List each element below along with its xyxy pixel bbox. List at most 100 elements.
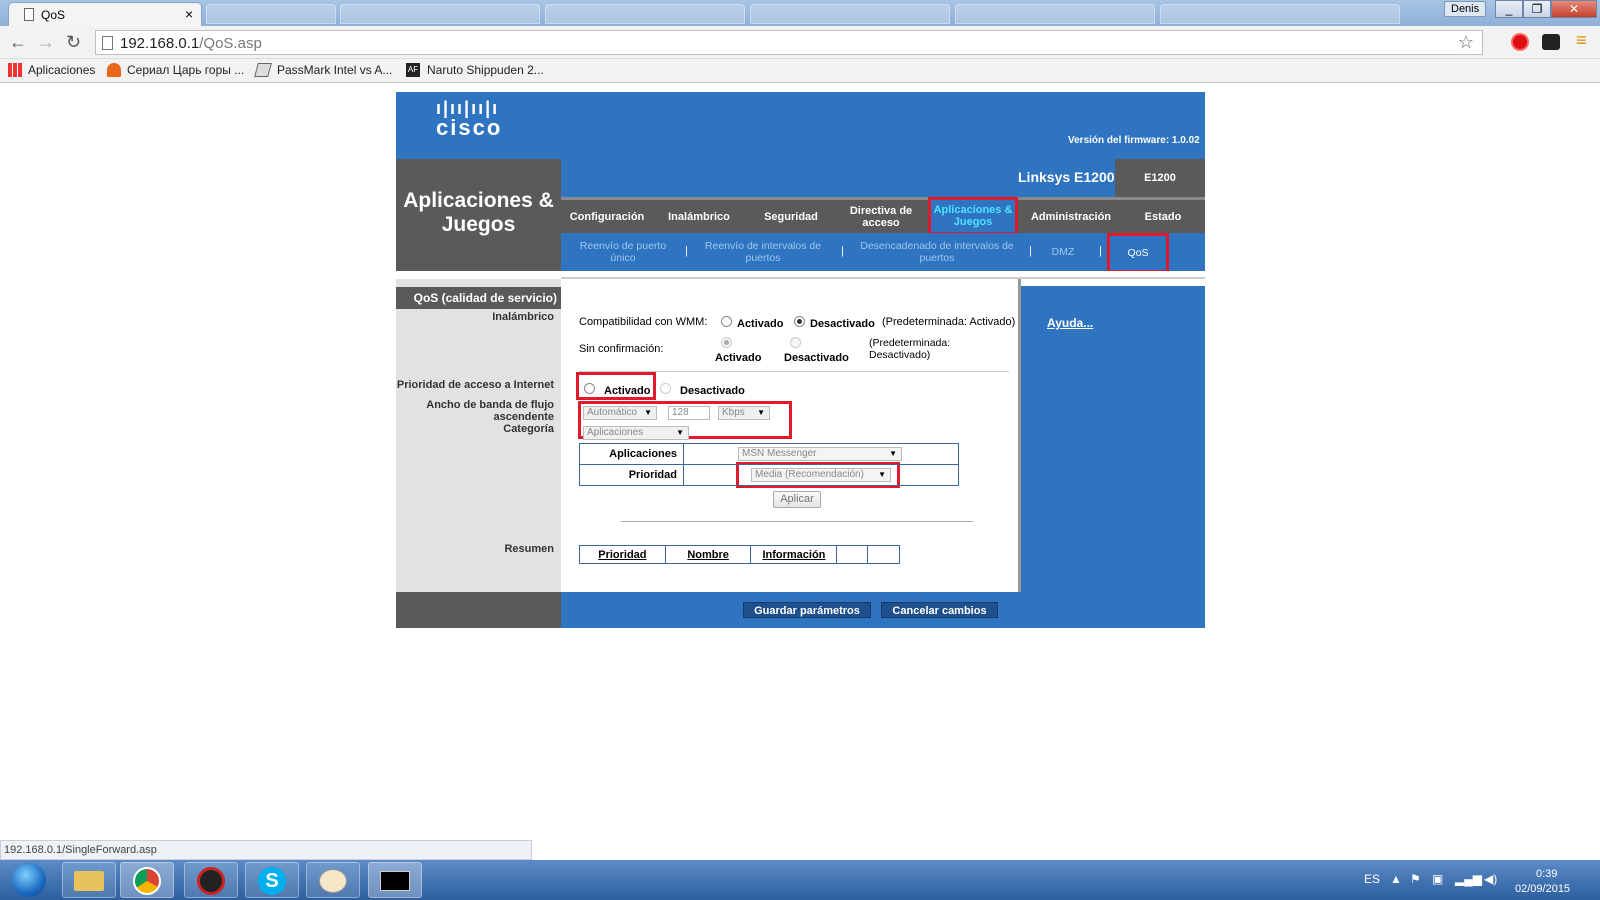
window-close-icon[interactable]: ✕: [1551, 0, 1597, 18]
cmd-taskbar-icon[interactable]: [368, 862, 422, 898]
app-taskbar-icon[interactable]: [184, 862, 238, 898]
extension-icon[interactable]: [1542, 34, 1560, 50]
no-ack-label: Sin confirmación:: [579, 343, 664, 355]
background-tab[interactable]: [1160, 4, 1400, 24]
background-tab[interactable]: [750, 4, 950, 24]
label-resumen: Resumen: [504, 543, 554, 555]
forward-arrow-icon[interactable]: →: [37, 32, 55, 53]
priority-on-radio[interactable]: [584, 383, 595, 394]
star-bookmark-icon[interactable]: ☆: [1458, 32, 1474, 53]
sub-nav: Reenvío de puerto único | Reenvío de int…: [561, 233, 1205, 273]
no-ack-on-radio[interactable]: [721, 337, 732, 348]
bookmarks-bar: Aplicaciones Сериал Царь горы ... PassMa…: [0, 59, 1600, 83]
subnav-desencadenado-intervalos[interactable]: Desencadenado de intervalos de puertos: [855, 233, 1019, 271]
browser-tab-bar: QoS × Denis _ ❐ ✕: [0, 0, 1600, 26]
priority-off-label: Desactivado: [680, 385, 745, 397]
profile-user-button[interactable]: Denis: [1444, 1, 1487, 17]
nav-aplicaciones-juegos[interactable]: Aplicaciones & Juegos: [928, 197, 1018, 235]
summary-header-informacion[interactable]: Información: [750, 545, 838, 564]
upstream-value-input[interactable]: 128: [668, 406, 710, 420]
nav-administracion[interactable]: Administración: [1021, 200, 1121, 233]
qos-heading: QoS (calidad de servicio): [396, 287, 561, 309]
dropdown-arrow-icon: ▼: [757, 408, 765, 417]
no-ack-on-label: Activado: [715, 352, 762, 364]
wmm-off-radio[interactable]: [794, 316, 805, 327]
category-select[interactable]: Aplicaciones ▼: [583, 426, 689, 440]
priority-select[interactable]: Media (Recomendación) ▼: [751, 468, 891, 482]
model-bar: Linksys E1200 E1200: [561, 159, 1205, 197]
cisco-logo: ı|ıı|ıı|ı cisco: [436, 98, 502, 141]
menu-hamburger-icon[interactable]: ≡: [1576, 31, 1587, 49]
chrome-taskbar-icon[interactable]: [120, 862, 174, 898]
background-tab[interactable]: [955, 4, 1155, 24]
apply-button[interactable]: Aplicar: [773, 491, 821, 508]
skype-taskbar-icon[interactable]: S: [245, 862, 299, 898]
summary-header-nombre[interactable]: Nombre: [664, 545, 752, 564]
start-button[interactable]: [2, 860, 52, 900]
reload-icon[interactable]: ↻: [66, 32, 81, 53]
background-tab[interactable]: [206, 4, 336, 24]
paint-taskbar-icon[interactable]: [306, 862, 360, 898]
action-center-flag-icon[interactable]: ⚑: [1410, 872, 1421, 886]
windows-logo-icon: [12, 863, 46, 897]
brand-wordmark: cisco: [436, 115, 503, 140]
upstream-unit-value: Kbps: [722, 407, 745, 418]
bookmark-tsar-gory[interactable]: Сериал Царь горы ...: [127, 63, 244, 77]
background-tab[interactable]: [340, 4, 540, 24]
tab-close-icon[interactable]: ×: [185, 6, 193, 22]
summary-table: Prioridad Nombre Información: [579, 545, 900, 564]
main-nav: Configuración Inalámbrico Seguridad Dire…: [561, 197, 1205, 235]
subnav-dmz[interactable]: DMZ: [1041, 233, 1085, 271]
address-bar[interactable]: 192.168.0.1/QoS.asp ☆: [95, 30, 1483, 55]
browser-tab-qos[interactable]: QoS ×: [8, 2, 202, 26]
explorer-taskbar-icon[interactable]: [62, 862, 116, 898]
nav-estado[interactable]: Estado: [1121, 200, 1205, 233]
model-short: E1200: [1115, 159, 1205, 197]
section-title-panel: Aplicaciones & Juegos: [396, 159, 561, 271]
priority-off-radio[interactable]: [660, 383, 671, 394]
upstream-mode-select[interactable]: Automático ▼: [583, 406, 657, 420]
subnav-reenvio-puerto-unico[interactable]: Reenvío de puerto único: [575, 233, 671, 271]
help-link[interactable]: Ayuda...: [1047, 316, 1093, 330]
bookmark-apps[interactable]: Aplicaciones: [28, 63, 95, 77]
footer-bar: Guardar parámetros Cancelar cambios: [396, 592, 1205, 628]
wmm-on-label: Activado: [737, 318, 784, 330]
background-tab[interactable]: [545, 4, 745, 24]
language-indicator[interactable]: ES: [1364, 872, 1380, 886]
save-settings-button[interactable]: Guardar parámetros: [743, 602, 871, 618]
network-signal-icon[interactable]: ▂▄▆: [1455, 872, 1482, 886]
nav-seguridad[interactable]: Seguridad: [745, 200, 837, 233]
priority-cell: Media (Recomendación) ▼: [683, 462, 959, 488]
back-arrow-icon[interactable]: ←: [9, 32, 27, 53]
clock-time[interactable]: 0:39: [1536, 868, 1557, 880]
device-icon[interactable]: ▣: [1432, 872, 1443, 886]
clock-date[interactable]: 02/09/2015: [1515, 883, 1570, 895]
nav-directiva-acceso[interactable]: Directiva de acceso: [837, 200, 925, 233]
nav-configuracion[interactable]: Configuración: [561, 200, 653, 233]
nav-inalambrico[interactable]: Inalámbrico: [653, 200, 745, 233]
show-hidden-icons-icon[interactable]: ▲: [1390, 872, 1402, 886]
left-labels-column: QoS (calidad de servicio) Inalámbrico Pr…: [396, 279, 561, 592]
wmm-on-radio[interactable]: [721, 316, 732, 327]
summary-header-empty: [867, 545, 900, 564]
no-ack-off-radio[interactable]: [790, 337, 801, 348]
restore-icon[interactable]: ❐: [1523, 0, 1551, 18]
no-ack-default-note: (Predeterminada: Desactivado): [869, 337, 951, 361]
model-name: Linksys E1200: [1018, 169, 1115, 185]
section-title: Aplicaciones & Juegos: [403, 189, 554, 236]
divider: [561, 271, 1205, 279]
minimize-icon[interactable]: _: [1495, 0, 1523, 18]
url-host: 192.168.0.1: [120, 35, 200, 52]
firmware-version: Versión del firmware: 1.0.02: [1068, 135, 1200, 146]
subnav-reenvio-intervalos[interactable]: Reenvío de intervalos de puertos: [699, 233, 827, 271]
bookmark-naruto[interactable]: Naruto Shippuden 2...: [427, 63, 544, 77]
summary-header-prioridad[interactable]: Prioridad: [579, 545, 666, 564]
bookmark-passmark[interactable]: PassMark Intel vs A...: [277, 63, 392, 77]
volume-icon[interactable]: ◀): [1484, 872, 1497, 886]
page-icon: [102, 36, 113, 50]
cancel-changes-button[interactable]: Cancelar cambios: [881, 602, 998, 618]
app-select[interactable]: MSN Messenger ▼: [738, 447, 902, 461]
subnav-qos[interactable]: QoS: [1107, 233, 1169, 273]
adblock-extension-icon[interactable]: [1511, 33, 1529, 51]
upstream-unit-select[interactable]: Kbps ▼: [718, 406, 770, 420]
